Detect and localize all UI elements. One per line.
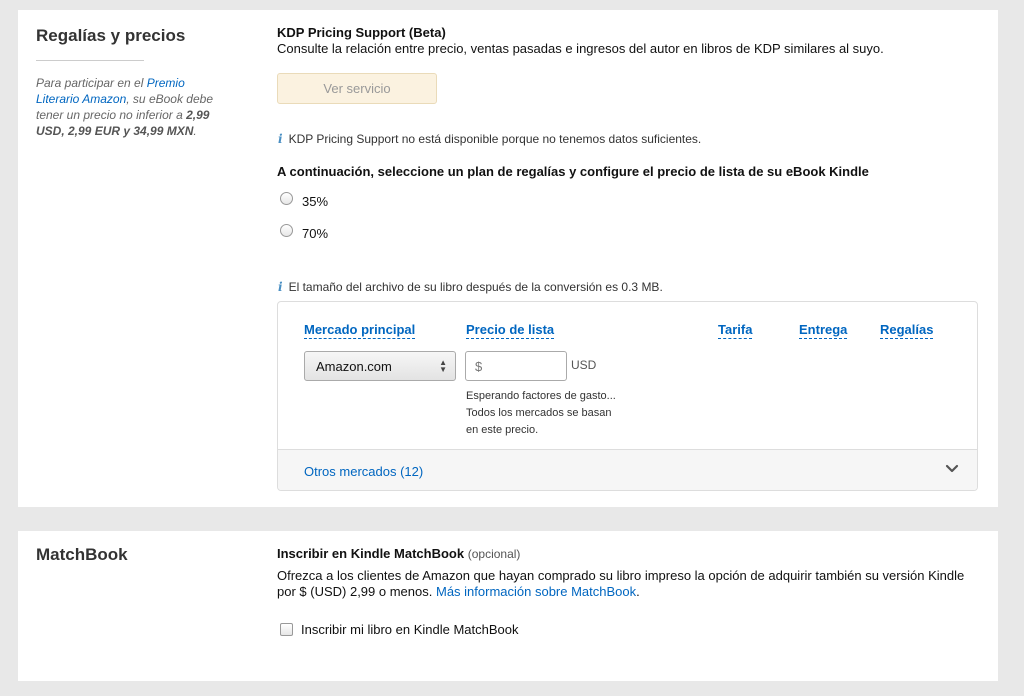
award-side-note: Para participar en el Premio Literario A… [36, 75, 221, 139]
price-note-line: Esperando factores de gasto... [466, 390, 616, 402]
matchbook-section: MatchBook Inscribir en Kindle MatchBook … [18, 531, 998, 681]
side-note-prefix: Para participar en el [36, 76, 147, 90]
plan-70-label: 70% [302, 226, 329, 241]
chevron-down-icon[interactable] [943, 460, 961, 478]
header-royalties[interactable]: Regalías [880, 322, 934, 339]
list-price-input[interactable] [465, 351, 567, 381]
section-title-royalties: Regalías y precios [36, 26, 186, 45]
price-note-line: Todos los mercados se basan [466, 407, 612, 419]
other-markets-toggle[interactable]: Otros mercados (12) [278, 449, 977, 490]
pricing-support-title: KDP Pricing Support (Beta) [277, 25, 446, 40]
file-size-info-text: El tamaño del archivo de su libro despué… [288, 280, 663, 294]
currency-label: USD [571, 358, 597, 372]
pricing-support-info-text: KDP Pricing Support no está disponible p… [288, 132, 702, 146]
side-divider [36, 60, 144, 61]
header-list-price[interactable]: Precio de lista [466, 322, 555, 339]
pricing-support-description: Consulte la relación entre precio, venta… [277, 41, 884, 56]
royalty-plan-heading: A continuación, seleccione un plan de re… [277, 164, 869, 179]
matchbook-period: . [636, 584, 640, 599]
matchbook-optional-label: (opcional) [467, 547, 521, 561]
file-size-info: i El tamaño del archivo de su libro despu… [278, 279, 663, 296]
header-delivery[interactable]: Entrega [799, 322, 848, 339]
price-note-line: en este precio. [466, 424, 539, 436]
header-main-market[interactable]: Mercado principal [304, 322, 416, 339]
market-select-value: Amazon.com [316, 358, 392, 374]
pricing-table: Mercado principal Precio de lista Tarifa… [277, 301, 978, 491]
pricing-support-info: i KDP Pricing Support no está disponible … [278, 131, 701, 148]
price-note: Esperando factores de gasto... Todos los… [466, 388, 636, 439]
info-icon: i [278, 132, 283, 146]
radio-plan-35[interactable] [280, 192, 293, 205]
matchbook-checkbox[interactable] [280, 623, 293, 636]
matchbook-more-info-link[interactable]: Más información sobre MatchBook [436, 584, 636, 599]
section-title-matchbook: MatchBook [36, 545, 128, 564]
other-markets-link[interactable]: Otros mercados (12) [304, 464, 423, 479]
royalties-pricing-section: Regalías y precios Para participar en el… [18, 10, 998, 507]
market-select[interactable]: Amazon.com ▲ ▼ [304, 351, 456, 381]
header-rate[interactable]: Tarifa [718, 322, 753, 339]
matchbook-enroll-title: Inscribir en Kindle MatchBook [277, 546, 465, 561]
radio-plan-70[interactable] [280, 224, 293, 237]
plan-35-label: 35% [302, 194, 329, 209]
info-icon: i [278, 280, 283, 294]
matchbook-description: Ofrezca a los clientes de Amazon que hay… [277, 568, 977, 600]
select-arrows-icon: ▲ ▼ [439, 358, 447, 374]
matchbook-checkbox-label[interactable]: Inscribir mi libro en Kindle MatchBook [301, 621, 518, 638]
side-note-suffix: . [193, 124, 197, 138]
view-service-button[interactable]: Ver servicio [277, 73, 437, 104]
matchbook-enroll-heading: Inscribir en Kindle MatchBook (opcional) [277, 545, 520, 563]
